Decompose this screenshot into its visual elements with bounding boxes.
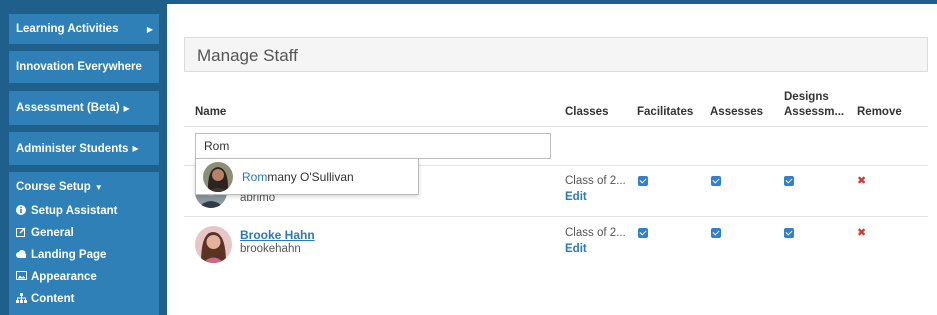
- avatar: [203, 161, 233, 192]
- sidebar-item-label: Course Setup: [16, 181, 91, 193]
- sidebar-subitem-content[interactable]: Content: [16, 288, 159, 310]
- sidebar-subitem-setup-assistant[interactable]: Setup Assistant: [16, 200, 159, 222]
- remove-staff-button[interactable]: ✖: [857, 226, 866, 239]
- sidebar-subitem-appearance[interactable]: Appearance: [16, 266, 159, 288]
- caret-right-icon: ▶: [146, 24, 153, 34]
- sidebar-item-label: Administer Students: [16, 142, 129, 155]
- column-header-designs-line1: Designs: [784, 91, 829, 103]
- edit-icon: [16, 227, 31, 240]
- sidebar-subitem-label: General: [31, 227, 74, 239]
- page-title: Manage Staff: [197, 46, 298, 65]
- cloud-icon: [16, 249, 31, 261]
- sidebar-subitem-general[interactable]: General: [16, 222, 159, 244]
- column-header-facilitates: Facilitates: [637, 106, 694, 118]
- sidebar-subitem-label: Setup Assistant: [31, 205, 118, 217]
- page-header: Manage Staff: [184, 37, 928, 72]
- column-header-classes: Classes: [565, 106, 609, 118]
- staff-classes: Class of 2...: [565, 227, 626, 239]
- column-header-assesses: Assesses: [710, 106, 764, 118]
- sidebar-item-assessment-beta[interactable]: Assessment (Beta) ▶: [9, 91, 159, 125]
- edit-classes-link[interactable]: Edit: [565, 191, 587, 203]
- top-accent-bar: [167, 0, 937, 4]
- sidebar-subitem-label: Content: [31, 293, 75, 305]
- column-header-remove: Remove: [857, 106, 902, 118]
- avatar: [195, 226, 232, 263]
- staff-name-link[interactable]: Brooke Hahn: [240, 228, 315, 242]
- column-header-designs-line2: Assessm...: [784, 106, 845, 118]
- suggestion-match-text: Rom: [242, 169, 268, 184]
- sidebar-item-label: Assessment (Beta): [16, 102, 120, 114]
- sidebar-section-course-setup: Course Setup ▼ Setup Assistant General L…: [9, 172, 159, 315]
- sidebar-item-administer-students[interactable]: Administer Students ▶: [9, 132, 159, 165]
- facilitates-checkbox[interactable]: [638, 228, 648, 238]
- sidebar-item-learning-activities[interactable]: Learning Activities ▶: [9, 14, 159, 44]
- sidebar-item-innovation-everywhere[interactable]: Innovation Everywhere: [9, 51, 159, 83]
- staff-search-input[interactable]: [195, 133, 551, 159]
- suggestion-rest-text: many O'Sullivan: [267, 169, 354, 184]
- assesses-checkbox[interactable]: [711, 228, 721, 238]
- column-header-designs-assessments: Designs Assessm...: [784, 90, 844, 120]
- sidebar-item-course-setup[interactable]: Course Setup ▼: [16, 180, 159, 194]
- caret-down-icon: ▼: [94, 182, 103, 192]
- sidebar-subitem-landing-page[interactable]: Landing Page: [16, 244, 159, 266]
- caret-right-icon: ▶: [132, 144, 139, 153]
- info-circle-icon: [16, 204, 31, 218]
- divider: [184, 216, 928, 217]
- assesses-checkbox[interactable]: [711, 176, 721, 186]
- staff-classes: Class of 2...: [565, 175, 626, 187]
- column-header-name: Name: [195, 106, 227, 118]
- sidebar-subitem-label: Landing Page: [31, 249, 107, 261]
- staff-username: brookehahn: [240, 243, 301, 255]
- sidebar-subitem-label: Appearance: [31, 271, 97, 283]
- suggestion-label: Rommany O'Sullivan: [242, 170, 354, 184]
- sidebar-item-label: Innovation Everywhere: [16, 61, 142, 73]
- sitemap-icon: [16, 292, 31, 306]
- designs-assessments-checkbox[interactable]: [784, 228, 794, 238]
- image-icon: [16, 271, 31, 283]
- sidebar: Learning Activities ▶ Innovation Everywh…: [0, 0, 167, 315]
- facilitates-checkbox[interactable]: [638, 176, 648, 186]
- search-suggestion-item[interactable]: Rommany O'Sullivan: [195, 158, 419, 195]
- divider: [184, 126, 928, 127]
- edit-classes-link[interactable]: Edit: [565, 243, 587, 255]
- sidebar-item-label: Learning Activities: [16, 23, 119, 35]
- caret-right-icon: ▶: [123, 103, 130, 113]
- designs-assessments-checkbox[interactable]: [784, 176, 794, 186]
- remove-staff-button[interactable]: ✖: [857, 174, 866, 187]
